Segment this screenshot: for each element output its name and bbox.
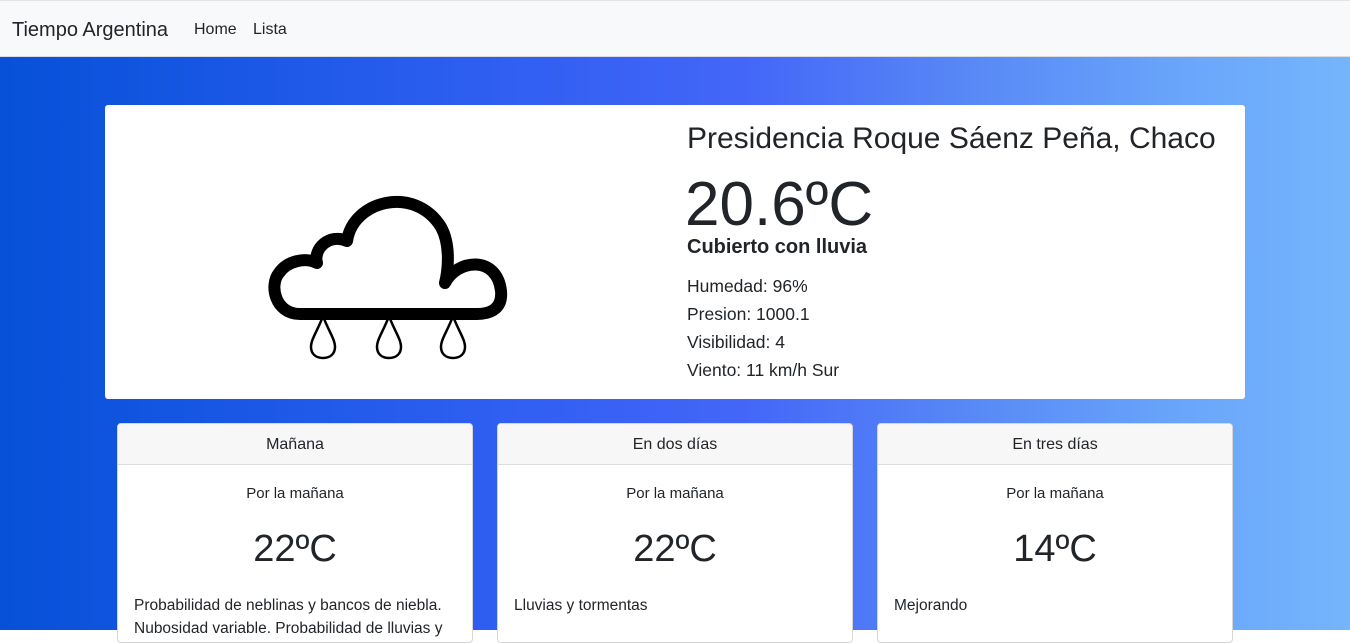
forecast-card: En tres días Por la mañana 14ºC Mejorand… [877, 423, 1233, 643]
current-temperature: 20.6ºC [685, 170, 874, 239]
forecast-card-title: En dos días [498, 424, 852, 465]
forecast-description: Mejorando [894, 597, 968, 614]
forecast-description: Lluvias y tormentas [514, 597, 648, 614]
forecast-period: Por la mañana [246, 485, 344, 502]
forecast-temperature: 22ºC [253, 528, 337, 570]
nav-link-home[interactable]: Home [194, 21, 237, 39]
forecast-card-title: En tres días [878, 424, 1232, 465]
forecast-card: Mañana Por la mañana 22ºC Probabilidad d… [117, 423, 473, 643]
visibility-text: Visibilidad: 4 [687, 332, 785, 352]
humidity-text: Humedad: 96% [687, 276, 808, 296]
city-name: Presidencia Roque Sáenz Peña, Chaco [687, 122, 1216, 155]
forecast-period: Por la mañana [1006, 485, 1104, 502]
brand-link[interactable]: Tiempo Argentina [12, 19, 168, 42]
forecast-temperature: 22ºC [633, 528, 717, 570]
current-weather-card: Presidencia Roque Sáenz Peña, Chaco 20.6… [105, 105, 1245, 399]
forecast-card-title: Mañana [118, 424, 472, 465]
weather-condition: Cubierto con lluvia [687, 236, 868, 258]
forecast-temperature: 14ºC [1013, 528, 1097, 570]
pressure-text: Presion: 1000.1 [687, 304, 810, 324]
forecast-card: En dos días Por la mañana 22ºC Lluvias y… [497, 423, 853, 643]
weather-details: Humedad: 96% Presion: 1000.1 Visibilidad… [687, 272, 839, 384]
wind-text: Viento: 11 km/h Sur [687, 360, 840, 380]
nav-link-lista[interactable]: Lista [253, 21, 287, 39]
navbar: Tiempo Argentina Home Lista [0, 0, 1350, 57]
main-content: Presidencia Roque Sáenz Peña, Chaco 20.6… [0, 57, 1350, 643]
forecast-description: Probabilidad de neblinas y bancos de nie… [134, 597, 443, 637]
cloud-rain-icon [265, 175, 515, 420]
forecast-period: Por la mañana [626, 485, 724, 502]
